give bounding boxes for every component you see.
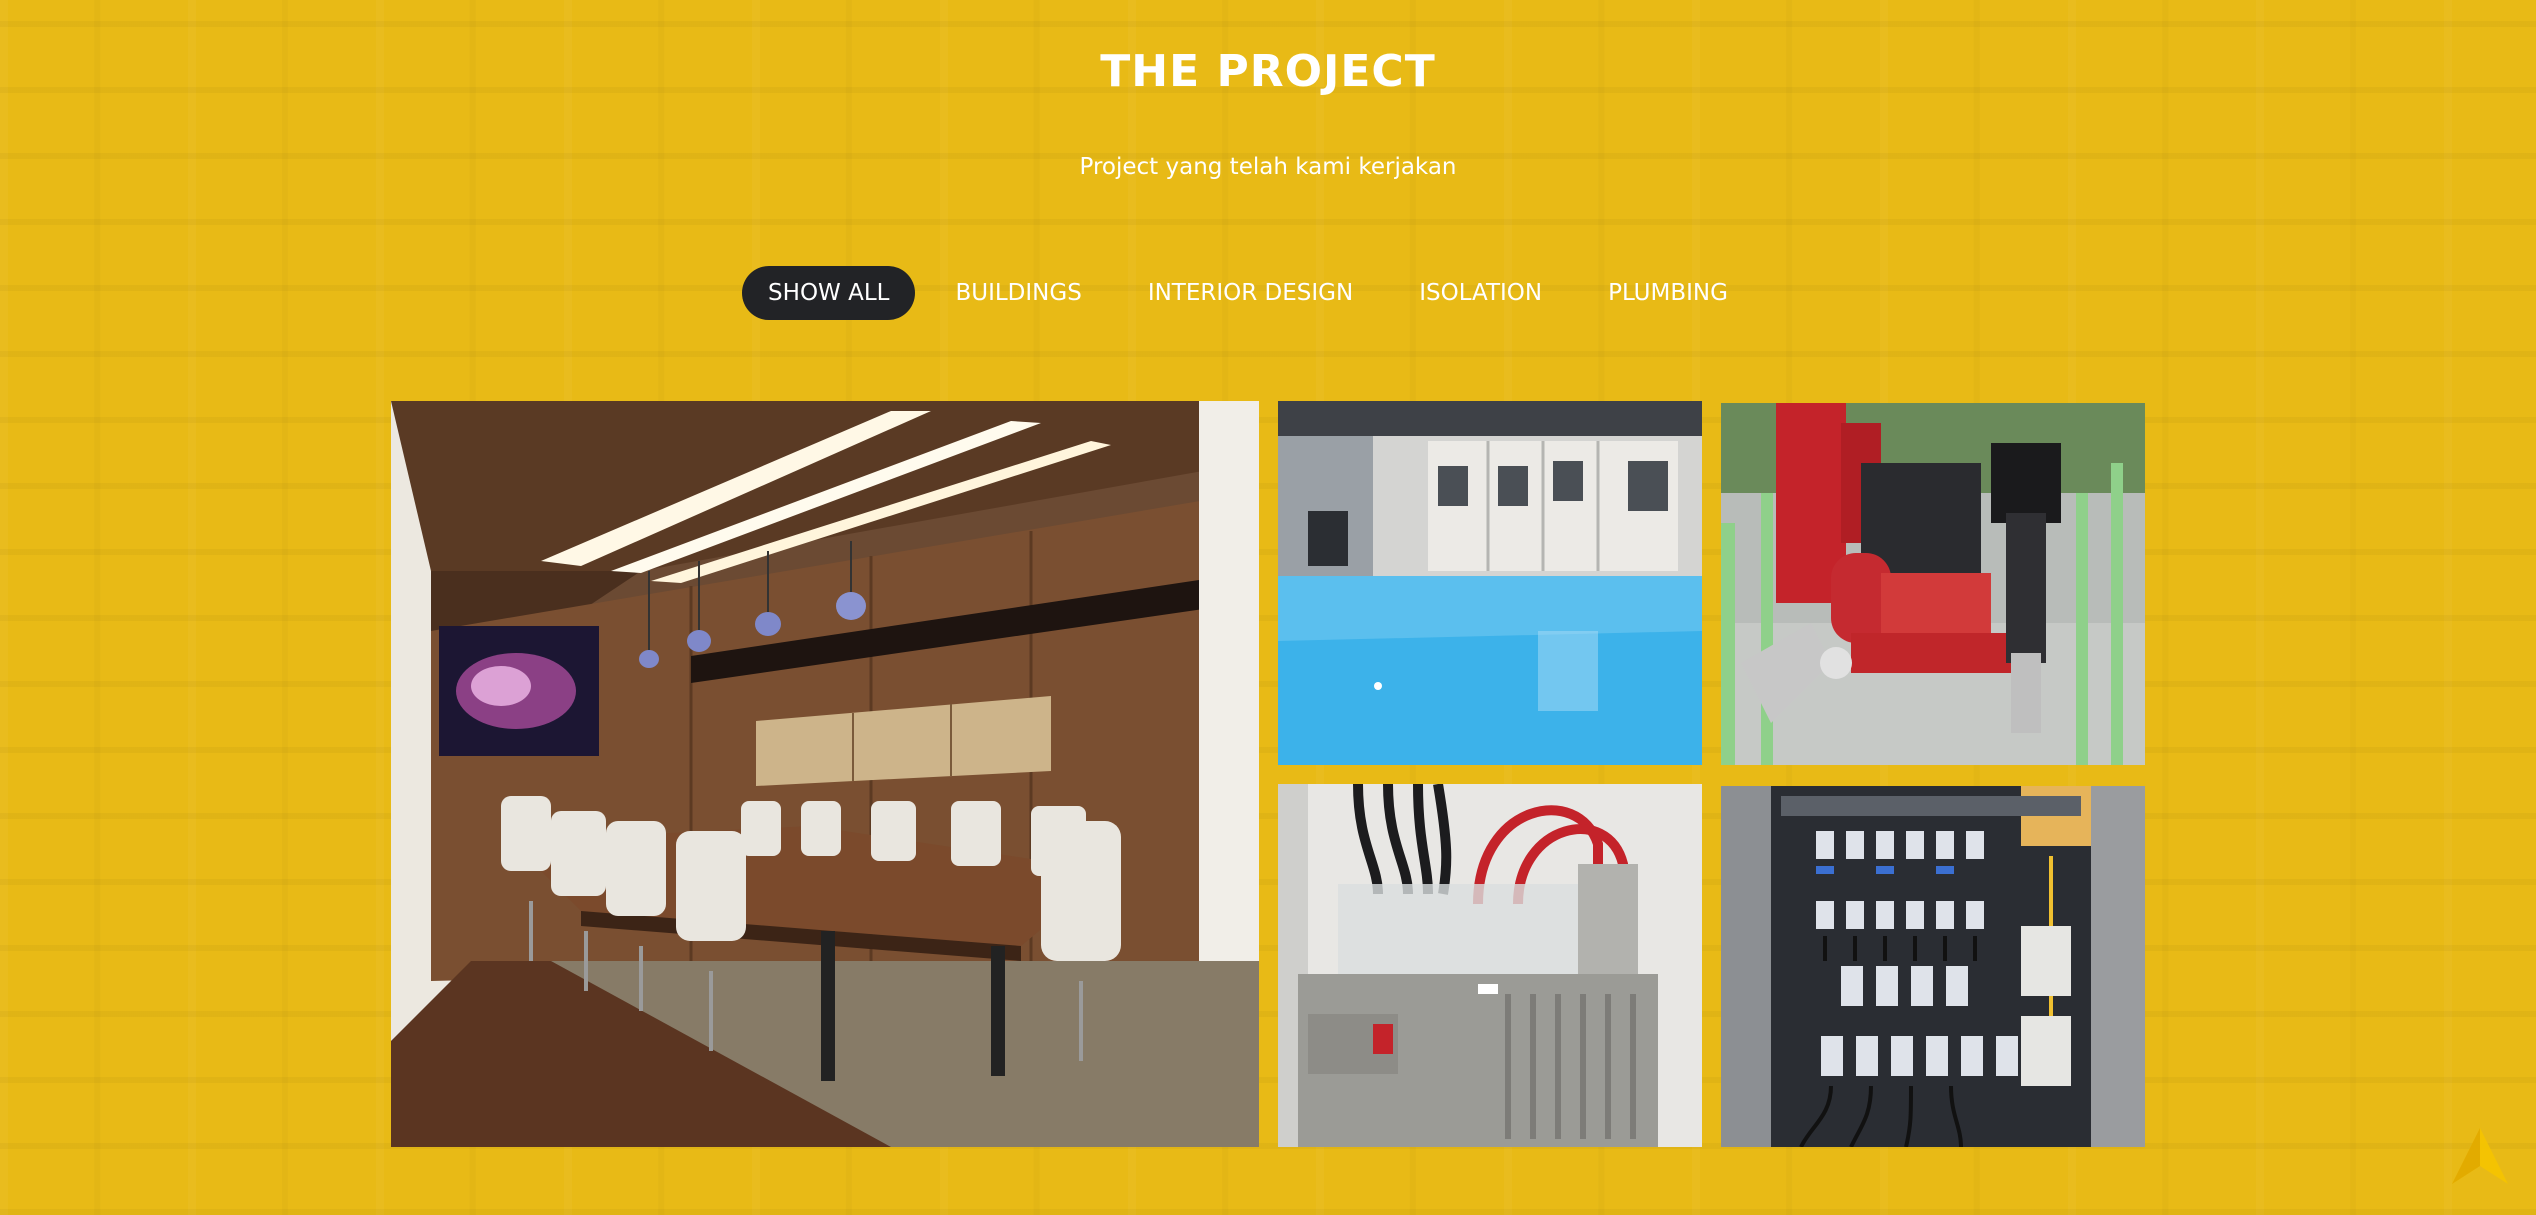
project-image-epoxy-floor[interactable] [1278, 401, 1702, 765]
filter-bar: SHOW ALL BUILDINGS INTERIOR DESIGN ISOLA… [0, 266, 2536, 320]
filter-show-all[interactable]: SHOW ALL [742, 266, 916, 320]
filter-buildings[interactable]: BUILDINGS [929, 266, 1107, 320]
section-title: THE PROJECT [1100, 46, 1436, 97]
filter-isolation[interactable]: ISOLATION [1393, 266, 1568, 320]
project-gallery [391, 401, 2145, 1147]
project-image-electrical-panel[interactable] [1721, 786, 2145, 1147]
project-image-conference-room[interactable] [391, 401, 1259, 1147]
project-image-transformer[interactable] [1278, 784, 1702, 1147]
section-subtitle: Project yang telah kami kerjakan [1079, 154, 1457, 180]
filter-plumbing[interactable]: PLUMBING [1582, 266, 1754, 320]
scroll-to-top-button[interactable] [2448, 1124, 2512, 1188]
filter-interior-design[interactable]: INTERIOR DESIGN [1122, 266, 1379, 320]
chevron-up-icon [2452, 1128, 2508, 1184]
project-image-fire-pump[interactable] [1721, 403, 2145, 765]
